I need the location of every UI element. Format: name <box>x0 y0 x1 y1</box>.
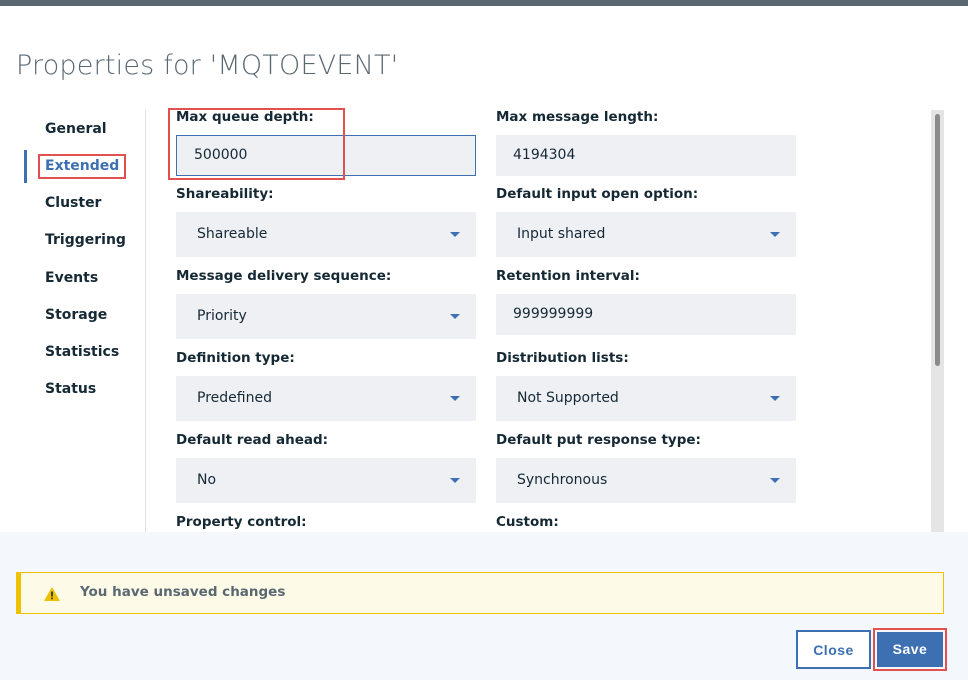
save-button[interactable]: Save <box>877 632 943 667</box>
top-bar <box>0 0 968 6</box>
page-title: Properties for 'MQTOEVENT' <box>16 50 399 81</box>
chevron-down-icon <box>450 478 460 483</box>
nav-item-triggering[interactable]: Triggering <box>24 224 144 257</box>
default-read-ahead-value: No <box>197 472 217 488</box>
distribution-lists-label: Distribution lists: <box>496 350 629 366</box>
nav-item-extended[interactable]: Extended <box>24 150 144 183</box>
retention-interval-label: Retention interval: <box>496 268 640 284</box>
nav-item-label: General <box>45 121 107 137</box>
nav-item-status[interactable]: Status <box>24 373 144 406</box>
custom-label: Custom: <box>496 514 559 530</box>
distribution-lists-value: Not Supported <box>517 390 619 406</box>
default-read-ahead-select[interactable]: No <box>176 458 476 503</box>
max-message-length-label: Max message length: <box>496 109 659 125</box>
definition-type-value: Predefined <box>197 390 272 406</box>
retention-interval-input[interactable]: 999999999 <box>496 294 796 335</box>
nav-divider <box>145 110 146 532</box>
scrollbar-thumb[interactable] <box>935 114 940 366</box>
unsaved-changes-notice: You have unsaved changes <box>16 572 944 614</box>
property-control-label: Property control: <box>176 514 307 530</box>
max-queue-depth-label: Max queue depth: <box>176 109 314 125</box>
nav-item-label: Triggering <box>45 232 126 248</box>
definition-type-select[interactable]: Predefined <box>176 376 476 421</box>
definition-type-label: Definition type: <box>176 350 295 366</box>
save-button-highlight: Save <box>873 628 947 671</box>
nav-item-label: Events <box>45 270 99 286</box>
warning-icon <box>44 587 60 601</box>
nav-item-statistics[interactable]: Statistics <box>24 336 144 369</box>
chevron-down-icon <box>770 396 780 401</box>
nav-item-label: Extended <box>38 154 127 179</box>
max-message-length-input[interactable]: 4194304 <box>496 135 796 176</box>
shareability-value: Shareable <box>197 226 268 242</box>
default-put-response-type-select[interactable]: Synchronous <box>496 458 796 503</box>
max-queue-depth-input[interactable]: 500000 <box>176 135 476 176</box>
close-button[interactable]: Close <box>796 630 871 669</box>
chevron-down-icon <box>770 478 780 483</box>
chevron-down-icon <box>770 232 780 237</box>
message-delivery-sequence-value: Priority <box>197 308 247 324</box>
message-delivery-sequence-label: Message delivery sequence: <box>176 268 392 284</box>
default-put-response-type-label: Default put response type: <box>496 432 701 448</box>
chevron-down-icon <box>450 396 460 401</box>
nav-item-label: Status <box>45 381 97 397</box>
shareability-select[interactable]: Shareable <box>176 212 476 257</box>
chevron-down-icon <box>450 314 460 319</box>
shareability-label: Shareability: <box>176 186 274 202</box>
chevron-down-icon <box>450 232 460 237</box>
nav-item-general[interactable]: General <box>24 113 144 146</box>
nav-item-storage[interactable]: Storage <box>24 299 144 332</box>
nav-item-events[interactable]: Events <box>24 262 144 295</box>
default-read-ahead-label: Default read ahead: <box>176 432 329 448</box>
nav-item-label: Storage <box>45 307 108 323</box>
nav-item-label: Cluster <box>45 195 102 211</box>
default-input-open-option-select[interactable]: Input shared <box>496 212 796 257</box>
nav-item-cluster[interactable]: Cluster <box>24 187 144 220</box>
message-delivery-sequence-select[interactable]: Priority <box>176 294 476 339</box>
default-put-response-type-value: Synchronous <box>517 472 608 488</box>
notice-text: You have unsaved changes <box>80 584 286 600</box>
default-input-open-option-value: Input shared <box>517 226 606 242</box>
nav-item-label: Statistics <box>45 344 120 360</box>
distribution-lists-select[interactable]: Not Supported <box>496 376 796 421</box>
default-input-open-option-label: Default input open option: <box>496 186 699 202</box>
